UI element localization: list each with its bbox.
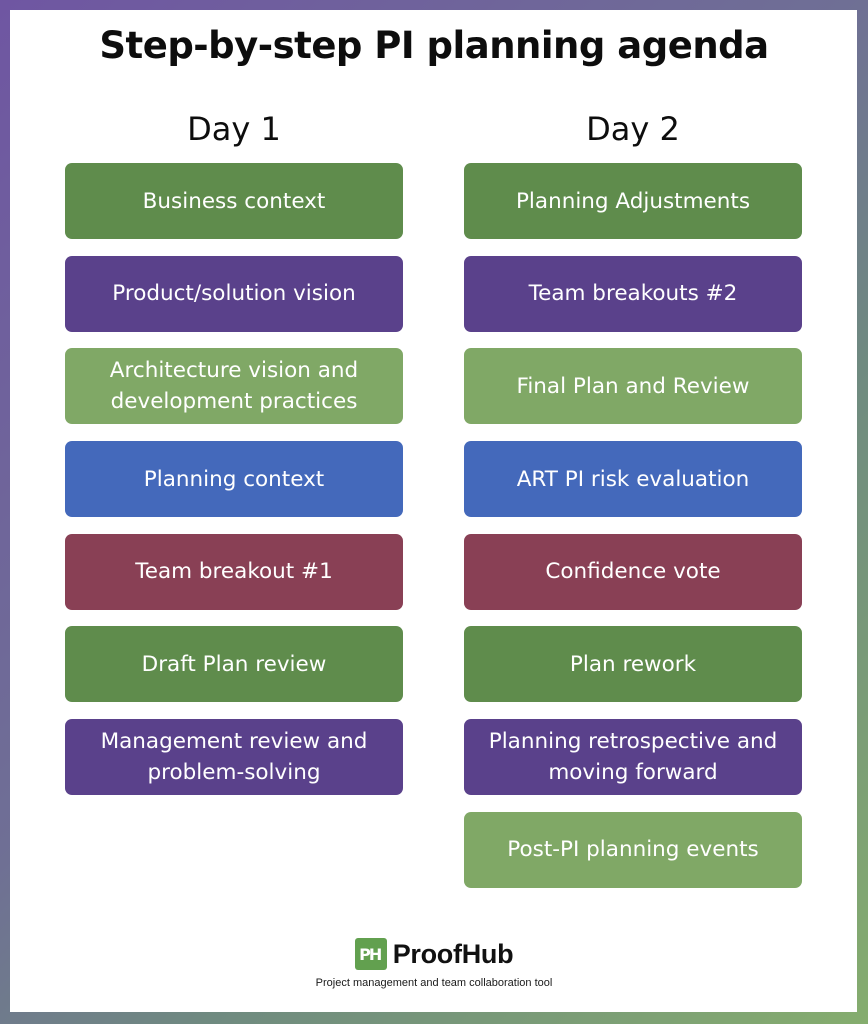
brand-lockup: PH ProofHub xyxy=(0,938,868,970)
agenda-item-planning-adjustments: Planning Adjustments xyxy=(464,163,802,239)
page-title: Step-by-step PI planning agenda xyxy=(99,24,769,67)
agenda-item-planning-context: Planning context xyxy=(65,441,403,518)
agenda-item-business-context: Business context xyxy=(65,163,403,239)
agenda-item-plan-rework: Plan rework xyxy=(464,626,802,703)
agenda-item-team-breakouts-2: Team breakouts #2 xyxy=(464,255,802,332)
day-2-column: Planning Adjustments Team breakouts #2 F… xyxy=(464,163,802,905)
agenda-item-architecture-vision: Architecture vision and development prac… xyxy=(65,348,403,425)
brand-tagline: Project management and team collaboratio… xyxy=(315,977,553,989)
agenda-item-final-plan-review: Final Plan and Review xyxy=(464,348,802,425)
brand-name: ProofHub xyxy=(392,938,514,969)
agenda-item-planning-retrospective: Planning retrospective and moving forwar… xyxy=(464,719,802,796)
day-1-header: Day 1 xyxy=(187,110,281,148)
agenda-item-management-review: Management review and problem-solving xyxy=(65,719,403,796)
day-1-column: Business context Product/solution vision… xyxy=(65,163,403,812)
agenda-item-product-solution-vision: Product/solution vision xyxy=(65,255,403,332)
day-2-header: Day 2 xyxy=(586,110,680,148)
agenda-item-draft-plan-review: Draft Plan review xyxy=(65,626,403,703)
agenda-item-art-pi-risk-evaluation: ART PI risk evaluation xyxy=(464,441,802,518)
agenda-item-post-pi-planning-events: Post-PI planning events xyxy=(464,811,802,888)
agenda-item-team-breakout-1: Team breakout #1 xyxy=(65,533,403,610)
proofhub-logo-icon: PH xyxy=(354,938,387,970)
agenda-item-confidence-vote: Confidence vote xyxy=(464,533,802,610)
